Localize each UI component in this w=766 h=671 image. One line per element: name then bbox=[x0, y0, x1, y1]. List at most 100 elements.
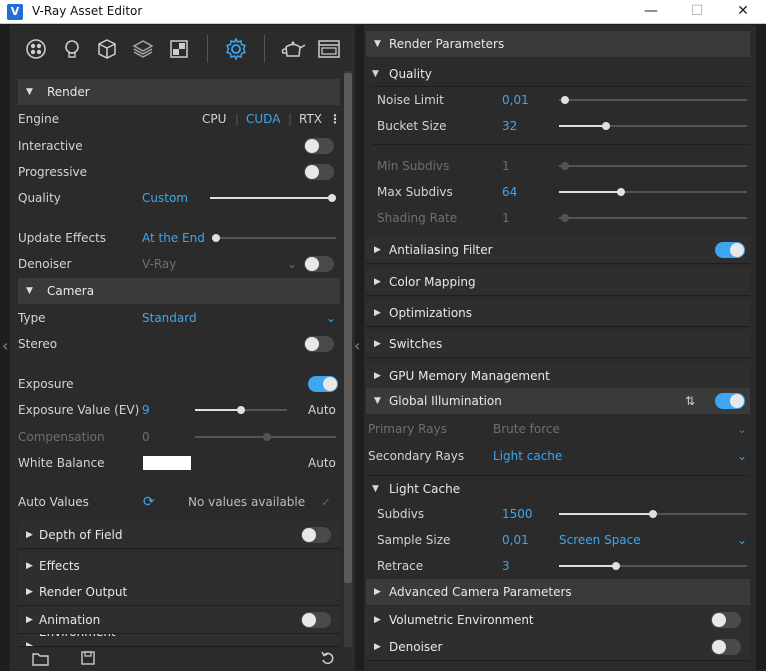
environment-header[interactable]: ▶ Environment bbox=[18, 634, 340, 647]
exposure-slider[interactable] bbox=[195, 406, 287, 414]
volumetric-environment-header[interactable]: ▶ Volumetric Environment bbox=[366, 606, 750, 634]
progressive-row: Progressive bbox=[10, 159, 340, 185]
revert-icon[interactable] bbox=[320, 650, 336, 669]
open-folder-icon[interactable] bbox=[32, 651, 50, 670]
update-effects-value[interactable]: At the End bbox=[142, 225, 205, 251]
interactive-toggle[interactable] bbox=[304, 138, 334, 154]
denoiser-toggle[interactable] bbox=[304, 256, 334, 272]
interactive-row: Interactive bbox=[10, 133, 340, 159]
more-options-icon[interactable]: ⋮ bbox=[329, 106, 341, 132]
progressive-toggle[interactable] bbox=[304, 164, 334, 180]
max-subdivs-row: Max Subdivs 64 bbox=[364, 179, 754, 205]
exposure-auto-button[interactable]: Auto bbox=[308, 397, 336, 423]
compensation-value[interactable]: 0 bbox=[142, 424, 150, 450]
antialiasing-filter-header[interactable]: ▶ Antialiasing Filter bbox=[366, 236, 750, 264]
lc-scale-mode-dropdown[interactable]: Screen Space bbox=[559, 527, 641, 553]
exposure-value[interactable]: 9 bbox=[142, 397, 150, 423]
lc-subdivs-value[interactable]: 1500 bbox=[502, 501, 533, 527]
teapot-render-icon[interactable] bbox=[280, 36, 306, 62]
color-mapping-header[interactable]: ▶ Color Mapping bbox=[366, 268, 750, 296]
shading-rate-slider[interactable] bbox=[559, 214, 747, 222]
chevron-down-icon[interactable]: ⌄ bbox=[287, 251, 297, 277]
expand-right-icon: ▶ bbox=[26, 615, 33, 625]
left-scrollbar[interactable] bbox=[344, 71, 352, 647]
left-scrollbar-thumb[interactable] bbox=[344, 73, 352, 583]
denoiser-render-toggle[interactable] bbox=[711, 639, 741, 655]
chevron-down-icon[interactable]: ⌄ bbox=[737, 416, 747, 442]
min-subdivs-slider[interactable] bbox=[559, 162, 747, 170]
noise-limit-slider[interactable] bbox=[559, 96, 747, 104]
antialiasing-toggle[interactable] bbox=[715, 242, 745, 258]
exposure-toggle[interactable] bbox=[308, 376, 338, 392]
render-parameters-header[interactable]: ▼ Render Parameters bbox=[366, 31, 750, 57]
animation-toggle[interactable] bbox=[301, 612, 331, 628]
optimizations-header[interactable]: ▶ Optimizations bbox=[366, 299, 750, 327]
shading-rate-value[interactable]: 1 bbox=[502, 205, 510, 231]
switches-header[interactable]: ▶ Switches bbox=[366, 330, 750, 358]
max-subdivs-value[interactable]: 64 bbox=[502, 179, 517, 205]
stereo-toggle[interactable] bbox=[304, 336, 334, 352]
volumetric-toggle[interactable] bbox=[711, 612, 741, 628]
global-illumination-toggle[interactable] bbox=[715, 393, 745, 409]
lc-retrace-slider[interactable] bbox=[559, 562, 747, 570]
layers-icon[interactable] bbox=[130, 36, 156, 62]
update-effects-slider[interactable] bbox=[212, 234, 336, 242]
bucket-size-value[interactable]: 32 bbox=[502, 113, 517, 139]
light-cache-subheader[interactable]: ▼ Light Cache bbox=[366, 475, 750, 501]
lc-sample-size-value[interactable]: 0,01 bbox=[502, 527, 529, 553]
global-illumination-header[interactable]: ▼ Global Illumination ⇅ bbox=[366, 388, 750, 414]
lc-subdivs-row: Subdivs 1500 bbox=[364, 501, 754, 527]
engine-cuda-option[interactable]: CUDA bbox=[246, 106, 280, 132]
update-effects-row: Update Effects At the End bbox=[10, 225, 340, 251]
white-balance-swatch[interactable] bbox=[143, 456, 191, 470]
save-icon[interactable] bbox=[80, 650, 96, 669]
quality-subheader[interactable]: ▼ Quality bbox=[366, 61, 750, 87]
animation-header[interactable]: ▶ Animation bbox=[18, 606, 340, 634]
denoiser-value[interactable]: V-Ray bbox=[142, 251, 176, 277]
min-subdivs-value[interactable]: 1 bbox=[502, 153, 510, 179]
camera-type-value[interactable]: Standard bbox=[142, 305, 197, 331]
advanced-camera-header[interactable]: ▶ Advanced Camera Parameters bbox=[366, 579, 750, 605]
noise-limit-value[interactable]: 0,01 bbox=[502, 87, 529, 113]
engine-cpu-option[interactable]: CPU bbox=[202, 106, 226, 132]
maximize-button[interactable]: ☐ bbox=[674, 0, 720, 24]
max-subdivs-slider[interactable] bbox=[559, 188, 747, 196]
bucket-size-slider[interactable] bbox=[559, 122, 747, 130]
frame-buffer-icon[interactable] bbox=[316, 36, 342, 62]
sliders-settings-icon[interactable]: ⇅ bbox=[685, 388, 695, 414]
settings-gear-icon[interactable] bbox=[223, 36, 249, 62]
collapse-left-arrow-icon[interactable]: ‹ bbox=[2, 336, 8, 355]
primary-rays-value[interactable]: Brute force bbox=[493, 416, 560, 442]
camera-section-header[interactable]: ▼ Camera bbox=[18, 278, 340, 304]
expand-down-icon: ▼ bbox=[374, 396, 381, 406]
depth-of-field-header[interactable]: ▶ Depth of Field bbox=[18, 521, 340, 549]
stereo-row: Stereo bbox=[10, 331, 340, 357]
denoiser-header[interactable]: ▶ Denoiser bbox=[366, 633, 750, 661]
materials-icon[interactable] bbox=[23, 36, 49, 62]
white-balance-auto-button[interactable]: Auto bbox=[308, 450, 336, 476]
quality-slider[interactable] bbox=[210, 194, 336, 202]
chevron-down-icon[interactable]: ⌄ bbox=[737, 443, 747, 469]
compensation-slider[interactable] bbox=[195, 433, 336, 441]
chevron-down-icon[interactable]: ⌄ bbox=[326, 305, 336, 331]
lights-icon[interactable] bbox=[59, 36, 85, 62]
refresh-icon[interactable]: ⟳ bbox=[143, 489, 155, 515]
render-output-header[interactable]: ▶ Render Output bbox=[18, 578, 340, 606]
geometry-icon[interactable] bbox=[94, 36, 120, 62]
depth-of-field-toggle[interactable] bbox=[301, 527, 331, 543]
close-button[interactable]: ✕ bbox=[720, 0, 766, 24]
minimize-button[interactable]: — bbox=[628, 0, 674, 24]
textures-icon[interactable] bbox=[166, 36, 192, 62]
secondary-rays-value[interactable]: Light cache bbox=[493, 443, 562, 469]
chevron-down-icon[interactable]: ⌄ bbox=[737, 527, 747, 553]
quality-value[interactable]: Custom bbox=[142, 185, 188, 211]
lc-retrace-value[interactable]: 3 bbox=[502, 553, 510, 579]
exposure-row: Exposure bbox=[10, 371, 340, 397]
engine-rtx-option[interactable]: RTX bbox=[299, 106, 322, 132]
gpu-memory-header[interactable]: ▶ GPU Memory Management bbox=[366, 362, 750, 390]
effects-header[interactable]: ▶ Effects bbox=[18, 552, 340, 580]
checkmark-icon[interactable]: ✓ bbox=[321, 489, 331, 515]
lc-subdivs-slider[interactable] bbox=[559, 510, 747, 518]
collapse-right-arrow-icon[interactable]: ‹ bbox=[354, 336, 360, 355]
render-section-header[interactable]: ▼ Render bbox=[18, 79, 340, 105]
